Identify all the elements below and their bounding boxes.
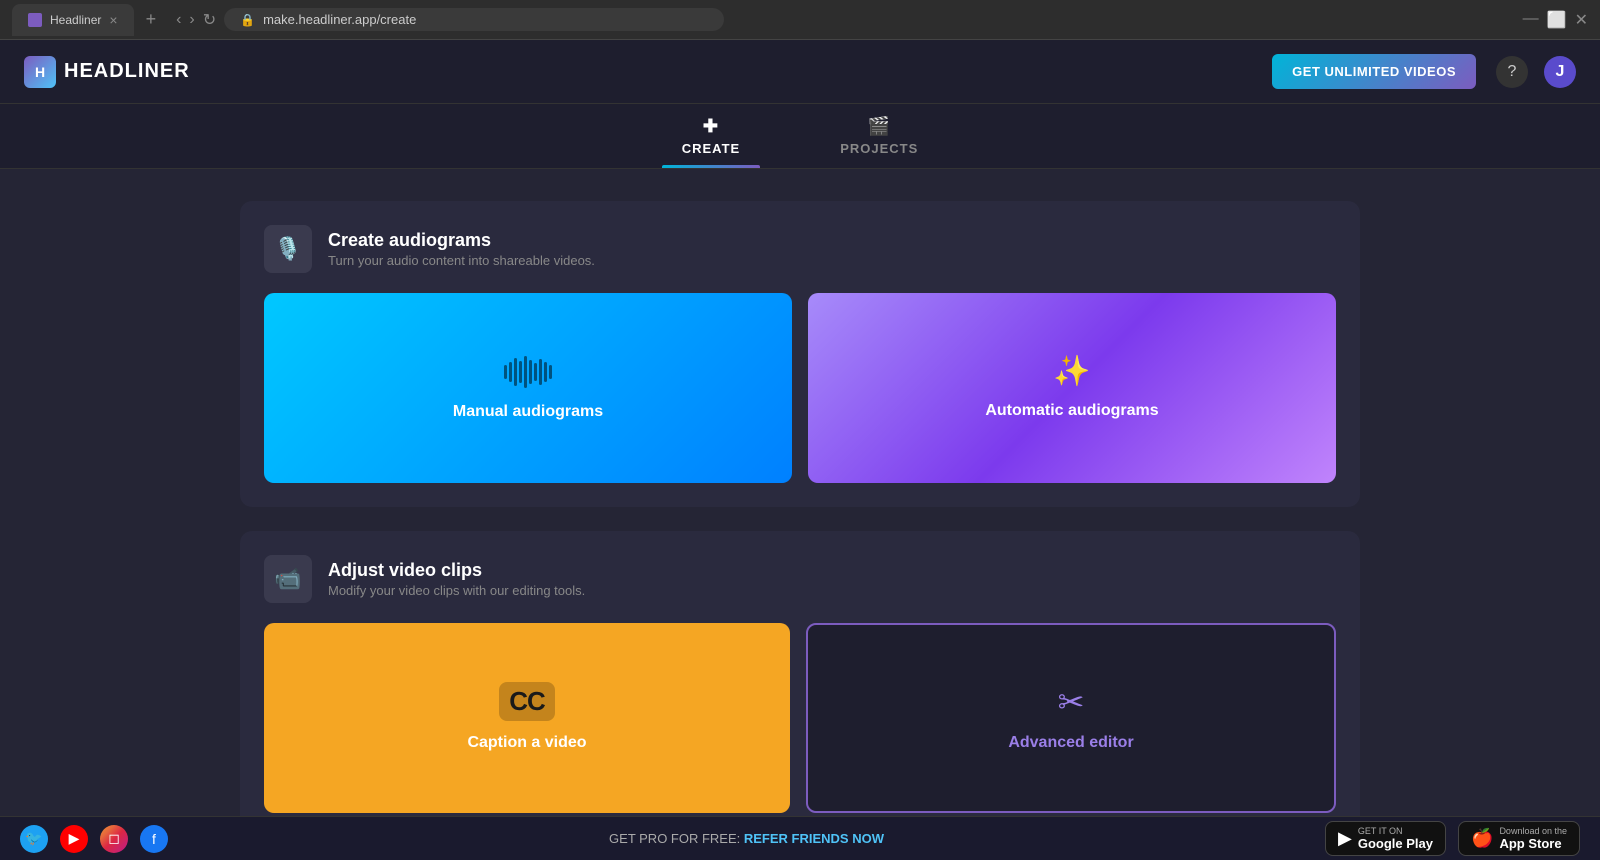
audiograms-section: 🎙️ Create audiograms Turn your audio con…	[240, 201, 1360, 507]
main-content: 🎙️ Create audiograms Turn your audio con…	[0, 169, 1600, 823]
closed-captions-icon: CC	[499, 682, 555, 721]
create-tab-icon: ✚	[703, 116, 719, 137]
google-play-icon: ▶	[1338, 828, 1352, 849]
video-clips-section: 📹 Adjust video clips Modify your video c…	[240, 531, 1360, 823]
google-play-text: GET IT ON Google Play	[1358, 826, 1433, 851]
tab-favicon	[28, 13, 42, 27]
store-buttons: ▶ GET IT ON Google Play 🍎 Download on th…	[1325, 821, 1580, 856]
video-clips-section-header: 📹 Adjust video clips Modify your video c…	[264, 555, 1336, 603]
magic-wand-icon: ✨	[1053, 354, 1090, 389]
audiograms-title: Create audiograms	[328, 230, 595, 251]
scissors-icon: ✂	[1058, 683, 1085, 721]
microphone-icon: 🎙️	[274, 236, 301, 262]
social-icons: 🐦 ▶ ◻ f	[20, 825, 168, 853]
facebook-f-icon: f	[152, 831, 156, 847]
maximize-button[interactable]: ⬜	[1547, 10, 1567, 30]
window-controls: — ⬜ ✕	[1523, 10, 1588, 30]
question-mark-icon: ?	[1508, 63, 1517, 81]
waveform-icon	[504, 354, 552, 390]
video-camera-icon: 📹	[274, 566, 301, 592]
google-play-label-small: GET IT ON	[1358, 826, 1433, 836]
promo-bar: GET PRO FOR FREE: REFER FRIENDS NOW	[168, 831, 1325, 846]
lock-icon: 🔒	[240, 13, 255, 27]
automatic-audiograms-label: Automatic audiograms	[985, 401, 1158, 422]
bottom-bar: 🐦 ▶ ◻ f GET PRO FOR FREE: REFER FRIENDS …	[0, 816, 1600, 860]
minimize-button[interactable]: —	[1523, 10, 1539, 30]
google-play-button[interactable]: ▶ GET IT ON Google Play	[1325, 821, 1446, 856]
address-bar[interactable]: 🔒 make.headliner.app/create	[224, 8, 724, 31]
tab-bar: ✚ CREATE 🎬 PROJECTS	[0, 104, 1600, 169]
browser-chrome: Headliner × + ‹ › ↻ 🔒 make.headliner.app…	[0, 0, 1600, 40]
facebook-icon[interactable]: f	[140, 825, 168, 853]
top-navigation: H HEADLINER GET UNLIMITED VIDEOS ? J	[0, 40, 1600, 104]
audiograms-section-icon: 🎙️	[264, 225, 312, 273]
app-store-label-small: Download on the	[1499, 826, 1567, 836]
logo-letter: H	[35, 64, 45, 80]
browser-tab[interactable]: Headliner ×	[12, 4, 134, 36]
youtube-icon[interactable]: ▶	[60, 825, 88, 853]
instagram-camera-icon: ◻	[108, 830, 120, 847]
app-store-text: Download on the App Store	[1499, 826, 1567, 851]
video-clips-section-icon: 📹	[264, 555, 312, 603]
caption-video-label: Caption a video	[467, 733, 586, 754]
twitter-bird-icon: 🐦	[25, 830, 42, 847]
back-button[interactable]: ‹	[176, 11, 181, 29]
app-store-label-name: App Store	[1499, 836, 1567, 851]
tab-title: Headliner	[50, 13, 101, 27]
video-clips-title: Adjust video clips	[328, 560, 585, 581]
video-clips-section-text: Adjust video clips Modify your video cli…	[328, 560, 585, 598]
user-initial: J	[1556, 63, 1565, 81]
audiograms-subtitle: Turn your audio content into shareable v…	[328, 253, 595, 268]
create-tab-label: CREATE	[682, 141, 740, 156]
advanced-editor-label: Advanced editor	[1008, 733, 1133, 754]
caption-video-card[interactable]: CC Caption a video	[264, 623, 790, 813]
browser-nav-controls: ‹ › ↻	[176, 10, 216, 30]
projects-tab-icon: 🎬	[868, 116, 891, 137]
automatic-audiograms-card[interactable]: ✨ Automatic audiograms	[808, 293, 1336, 483]
video-clips-cards: CC Caption a video ✂ Advanced editor	[264, 623, 1336, 813]
refresh-button[interactable]: ↻	[203, 10, 216, 30]
apple-icon: 🍎	[1471, 828, 1493, 849]
audiograms-section-header: 🎙️ Create audiograms Turn your audio con…	[264, 225, 1336, 273]
refer-friends-link[interactable]: REFER FRIENDS NOW	[744, 831, 884, 846]
manual-audiograms-card[interactable]: Manual audiograms	[264, 293, 792, 483]
tab-projects[interactable]: 🎬 PROJECTS	[820, 104, 938, 168]
logo-icon: H	[24, 56, 56, 88]
youtube-play-icon: ▶	[69, 830, 80, 847]
nav-icons: ? J	[1496, 56, 1576, 88]
promo-text: GET PRO FOR FREE:	[609, 831, 740, 846]
google-play-label-name: Google Play	[1358, 836, 1433, 851]
projects-tab-label: PROJECTS	[840, 141, 918, 156]
twitter-icon[interactable]: 🐦	[20, 825, 48, 853]
manual-audiograms-label: Manual audiograms	[453, 402, 603, 423]
app-store-button[interactable]: 🍎 Download on the App Store	[1458, 821, 1580, 856]
instagram-icon[interactable]: ◻	[100, 825, 128, 853]
tab-close-button[interactable]: ×	[109, 12, 117, 28]
get-unlimited-videos-button[interactable]: GET UNLIMITED VIDEOS	[1272, 54, 1476, 89]
forward-button[interactable]: ›	[189, 11, 194, 29]
logo[interactable]: H HEADLINER	[24, 56, 190, 88]
advanced-editor-card[interactable]: ✂ Advanced editor	[806, 623, 1336, 813]
audiograms-section-text: Create audiograms Turn your audio conten…	[328, 230, 595, 268]
url-text: make.headliner.app/create	[263, 12, 416, 27]
tab-create[interactable]: ✚ CREATE	[662, 104, 760, 168]
help-icon-button[interactable]: ?	[1496, 56, 1528, 88]
video-clips-subtitle: Modify your video clips with our editing…	[328, 583, 585, 598]
logo-text: HEADLINER	[64, 60, 190, 83]
close-window-button[interactable]: ✕	[1575, 10, 1588, 30]
audiograms-cards: Manual audiograms ✨ Automatic audiograms	[264, 293, 1336, 483]
new-tab-button[interactable]: +	[146, 9, 157, 30]
user-avatar-button[interactable]: J	[1544, 56, 1576, 88]
